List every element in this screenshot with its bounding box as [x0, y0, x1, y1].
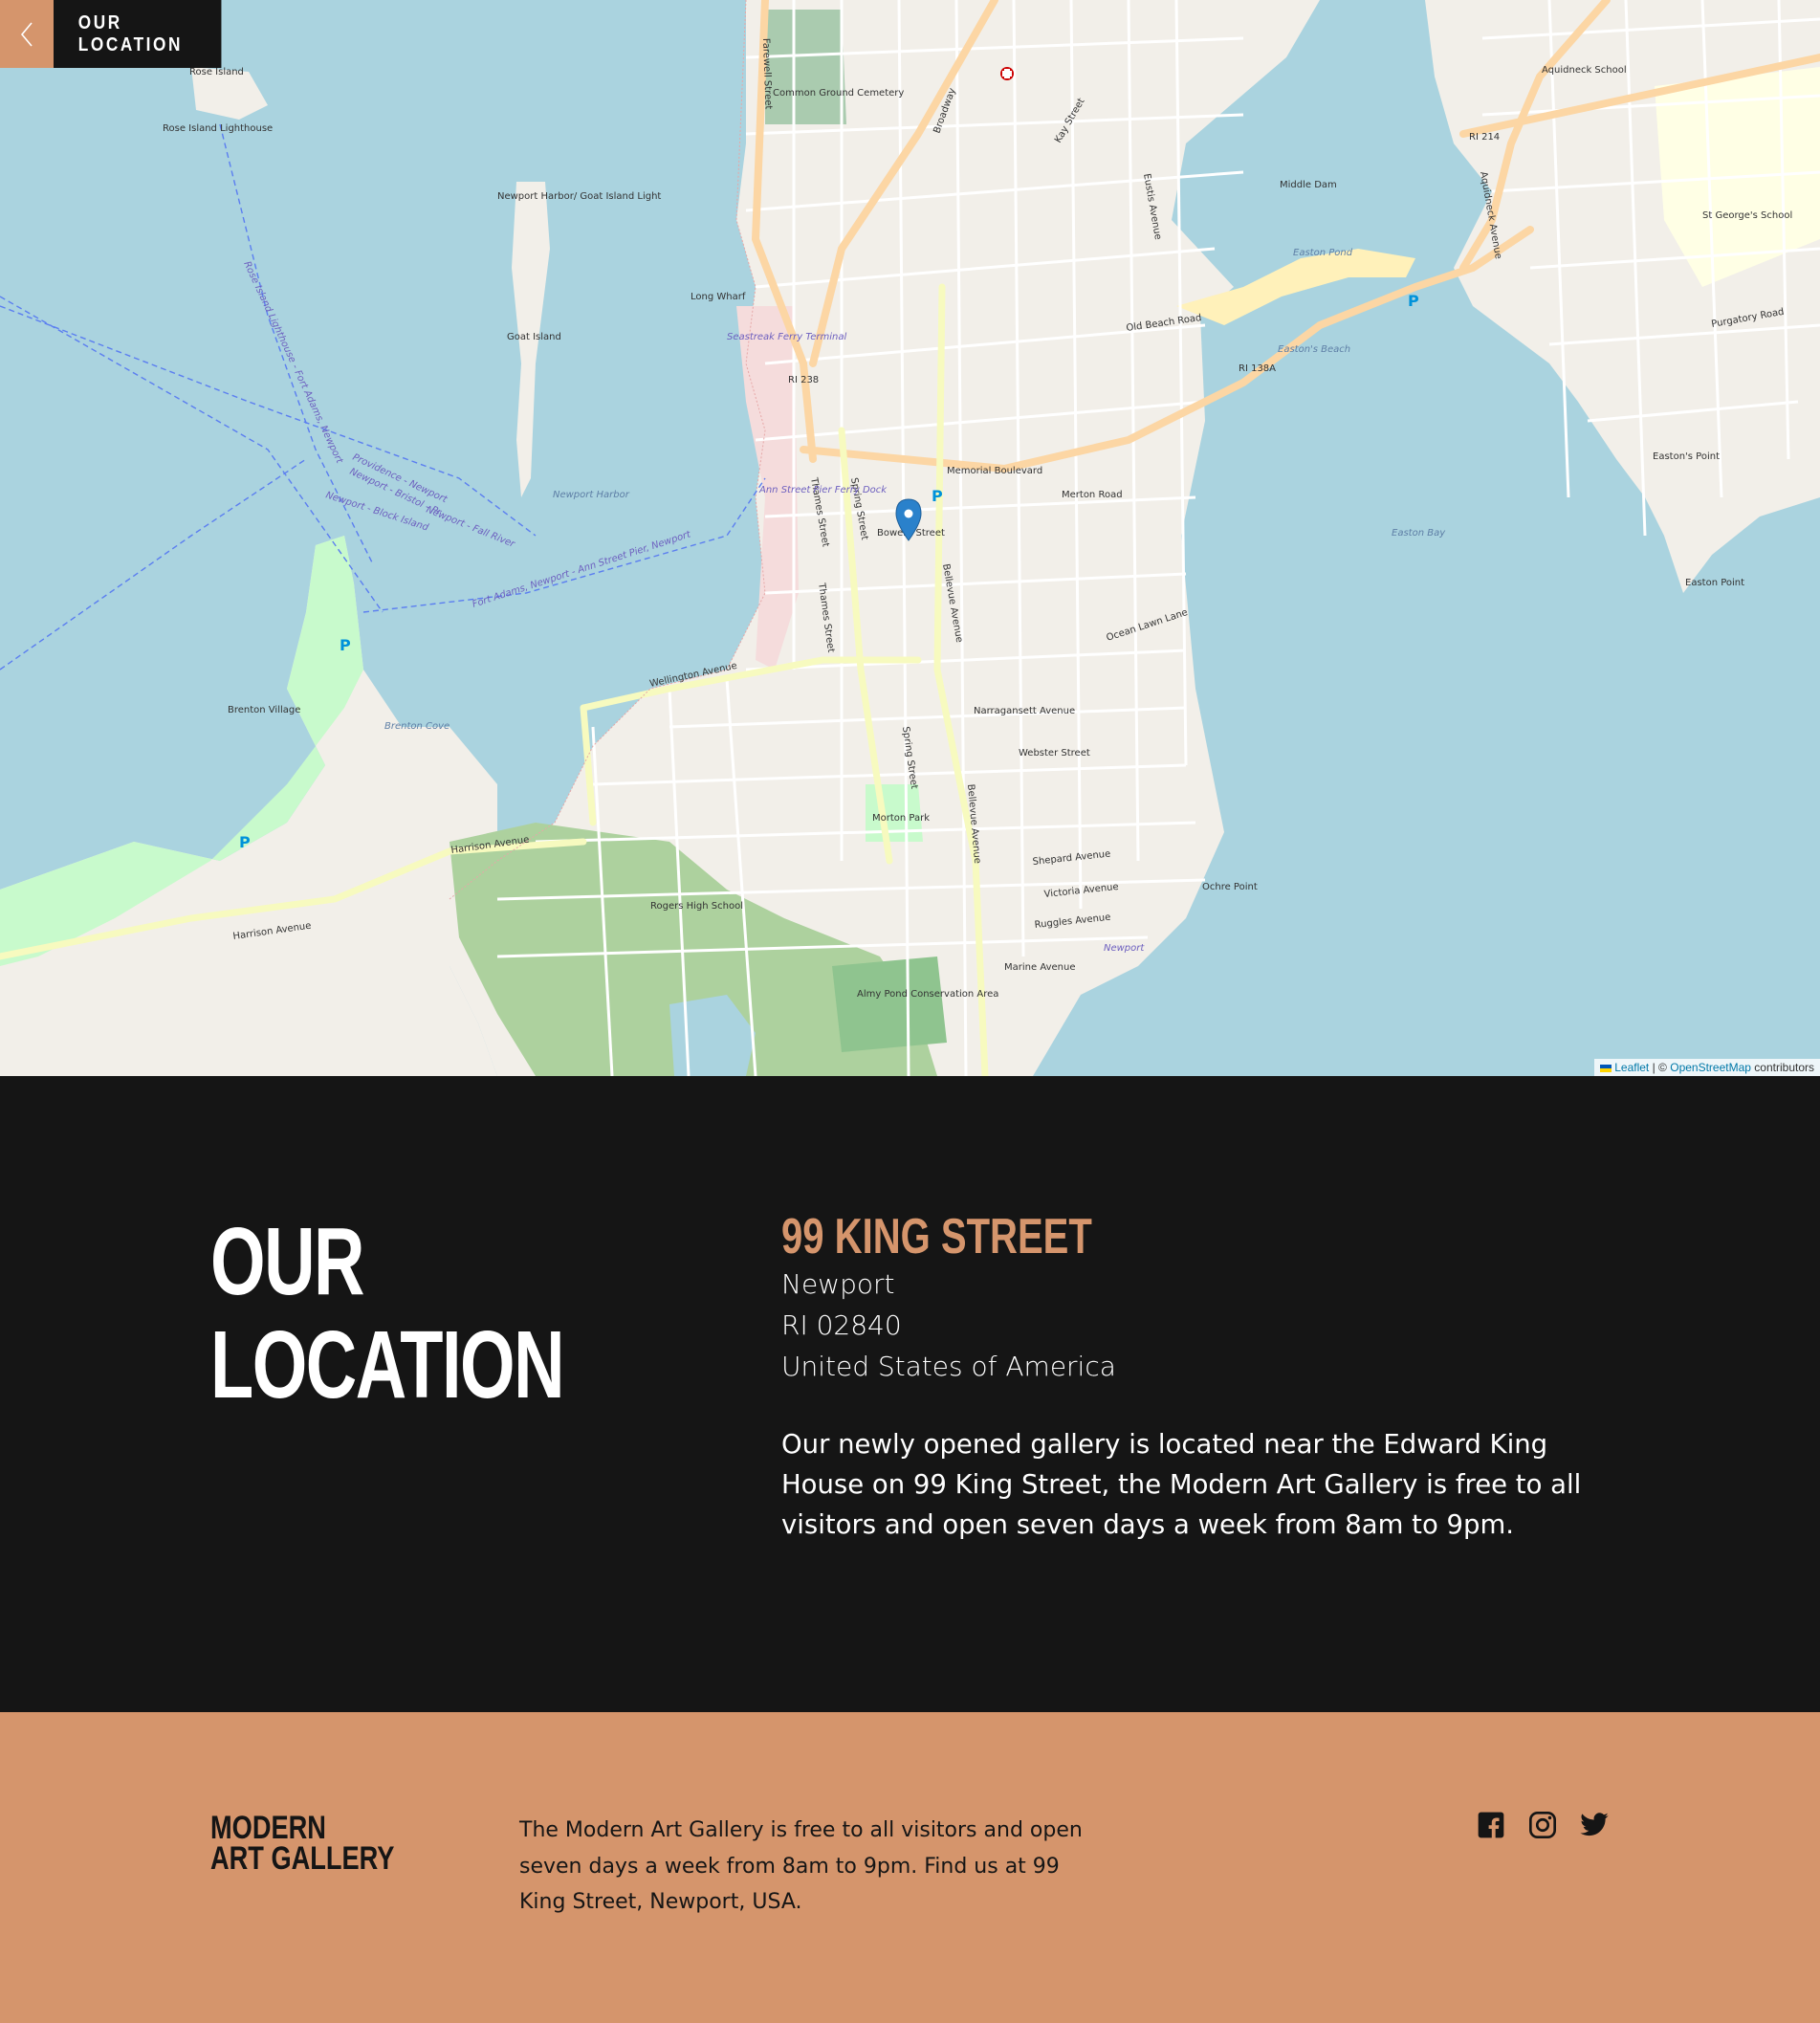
location-section: OUR LOCATION 99 KING STREET Newport RI 0… [0, 1076, 1820, 1712]
location-description: Our newly opened gallery is located near… [781, 1429, 1582, 1540]
map-label: Long Wharf [691, 292, 746, 302]
map-label: Rose Island [189, 67, 244, 77]
map-label: Morton Park [872, 813, 930, 824]
footer: MODERN ART GALLERY The Modern Art Galler… [0, 1712, 1820, 2023]
address-block: Newport RI 02840 United States of Americ… [781, 1264, 1116, 1387]
location-heading-line1: OUR [210, 1208, 364, 1315]
twitter-link[interactable] [1579, 1810, 1610, 1840]
instagram-icon [1529, 1812, 1556, 1838]
map-label: RI 138A [1239, 363, 1276, 374]
map-label: Newport [1104, 943, 1145, 954]
leaflet-link[interactable]: Leaflet [1614, 1061, 1649, 1074]
almy-pond-green [832, 957, 947, 1052]
map-label: Marine Avenue [1004, 962, 1075, 973]
map-label: Easton's Beach [1278, 344, 1350, 355]
openstreetmap-link[interactable]: OpenStreetMap [1670, 1061, 1751, 1074]
map-label: Newport Harbor [553, 490, 630, 500]
map-label: Almy Pond Conservation Area [857, 989, 998, 1000]
map-label: Easton Bay [1392, 528, 1446, 539]
map-label: St George's School [1702, 210, 1792, 221]
map-label: Goat Island [507, 332, 561, 342]
facebook-link[interactable] [1476, 1810, 1506, 1840]
map-label: RI 214 [1469, 132, 1500, 143]
map-attribution: Leaflet | © OpenStreetMap contributors [1594, 1059, 1820, 1076]
back-button[interactable] [0, 0, 54, 68]
social-links [1476, 1810, 1610, 1840]
parking-icon: P [340, 636, 351, 654]
map-label: Middle Dam [1280, 180, 1337, 190]
hospital-icon [1000, 67, 1014, 80]
top-bar: OUR LOCATION [0, 0, 249, 68]
address-country: United States of America [781, 1351, 1116, 1382]
map-label: Seastreak Ferry Terminal [727, 332, 846, 342]
map-label: Brenton Cove [384, 721, 450, 732]
footer-logo-line1: MODERN [210, 1810, 326, 1846]
map-label: Ann Street Pier Ferry Dock [758, 485, 888, 495]
address-street: 99 KING STREET [781, 1209, 1092, 1264]
attribution-suffix: contributors [1754, 1061, 1814, 1074]
map[interactable]: Rose Island Rose Island Lighthouse Newpo… [0, 0, 1820, 1076]
parking-icon: P [239, 833, 251, 851]
map-label: Aquidneck School [1542, 65, 1627, 76]
twitter-icon [1580, 1813, 1609, 1836]
map-label: Easton Pond [1293, 248, 1353, 258]
page-title-text: OUR LOCATION [77, 11, 183, 55]
chevron-left-icon [20, 21, 33, 47]
map-label: Memorial Boulevard [947, 466, 1042, 476]
map-label: Easton's Point [1653, 451, 1720, 462]
ukraine-flag-icon [1600, 1064, 1612, 1072]
map-label: Rose Island Lighthouse - Fort Adams, New… [241, 260, 344, 467]
footer-description: The Modern Art Gallery is free to all vi… [519, 1818, 1083, 1914]
attribution-separator: | © [1652, 1061, 1667, 1074]
address-state-zip: RI 02840 [781, 1309, 902, 1341]
parking-icon: P [1408, 292, 1419, 310]
footer-logo-line2: ART GALLERY [210, 1840, 395, 1877]
map-label: Easton Point [1685, 578, 1744, 588]
map-label: Ochre Point [1202, 882, 1258, 892]
page-title: OUR LOCATION [54, 0, 222, 68]
facebook-icon [1478, 1812, 1504, 1838]
location-heading-line2: LOCATION [210, 1311, 565, 1418]
map-label: RI 238 [788, 375, 819, 385]
location-heading: OUR LOCATION [210, 1208, 565, 1418]
instagram-link[interactable] [1527, 1810, 1558, 1840]
map-tiles[interactable]: Rose Island Rose Island Lighthouse Newpo… [0, 0, 1820, 1076]
footer-logo[interactable]: MODERN ART GALLERY [210, 1810, 395, 1877]
map-label: Brenton Village [228, 705, 300, 715]
address-city: Newport [781, 1268, 895, 1300]
cemetery [765, 10, 846, 124]
parking-icon: P [932, 487, 943, 505]
map-label: Rogers High School [650, 901, 743, 912]
map-label: Newport Harbor/ Goat Island Light [497, 191, 661, 202]
map-label: Narragansett Avenue [974, 706, 1075, 716]
ferry-routes [0, 123, 766, 671]
map-label: Merton Road [1062, 490, 1123, 500]
map-label: Rose Island Lighthouse [163, 123, 273, 134]
map-label: Webster Street [1019, 748, 1090, 759]
map-label: Common Ground Cemetery [773, 88, 904, 99]
